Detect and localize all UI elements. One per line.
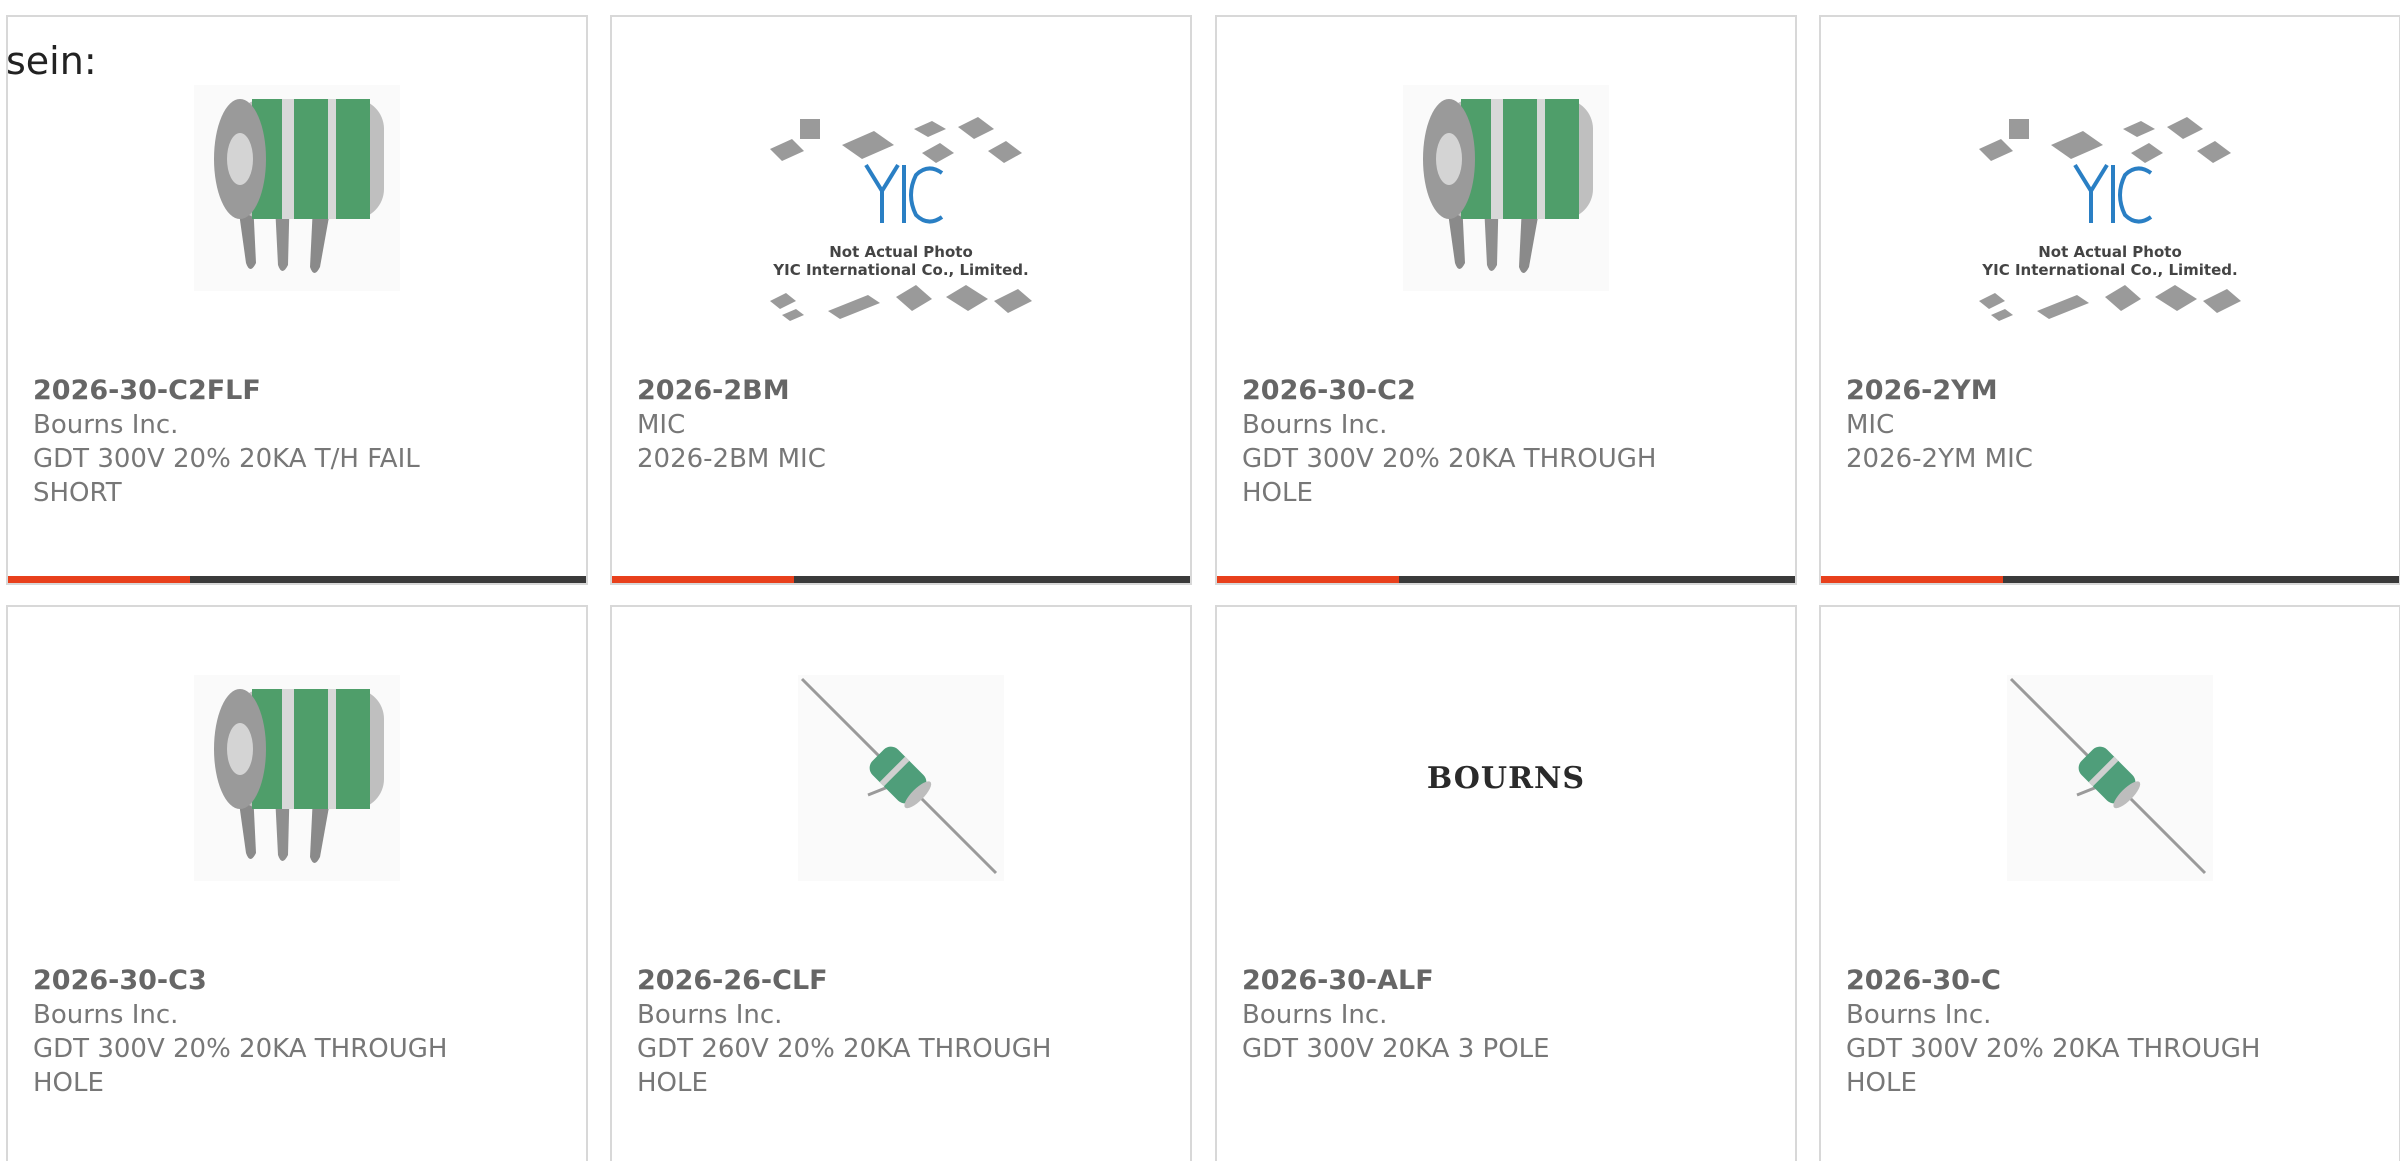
product-card[interactable]: Not Actual Photo YIC International Co., … (1819, 15, 2400, 585)
manufacturer: MIC (1846, 410, 1895, 440)
part-number[interactable]: 2026-30-C3 (33, 964, 207, 998)
product-card[interactable]: BOURNS 2026-30-ALF Bourns Inc. GDT 300V … (1215, 605, 1797, 1161)
gdt-3-pole-icon (194, 675, 400, 881)
description: GDT 300V 20KA 3 POLE (1242, 1034, 1550, 1064)
product-card[interactable]: 2026-30-C Bourns Inc. GDT 300V 20% 20KA … (1819, 605, 2400, 1161)
bourns-logo: BOURNS (1396, 675, 1616, 881)
image-caption-1: Not Actual Photo (2038, 243, 2182, 261)
part-number[interactable]: 2026-26-CLF (637, 964, 828, 998)
manufacturer: Bourns Inc. (1846, 1000, 1992, 1030)
card-progress-accent (1217, 576, 1399, 583)
gdt-axial-icon (2007, 675, 2213, 881)
product-card[interactable]: 2026-30-C2 Bourns Inc. GDT 300V 20% 20KA… (1215, 15, 1797, 585)
card-progress-bar (1821, 576, 2399, 583)
card-progress-bar (1217, 576, 1795, 583)
manufacturer: Bourns Inc. (33, 1000, 179, 1030)
description: GDT 300V 20% 20KA THROUGH HOLE (1846, 1034, 2261, 1098)
image-caption-2: YIC International Co., Limited. (1981, 261, 2237, 279)
description: GDT 300V 20% 20KA THROUGH HOLE (1242, 444, 1657, 508)
card-progress-accent (612, 576, 794, 583)
card-progress-bar (612, 576, 1190, 583)
product-card[interactable]: Not Actual Photo YIC International Co., … (610, 15, 1192, 585)
card-progress-accent (8, 576, 190, 583)
not-actual-photo-icon: Not Actual Photo YIC International Co., … (756, 101, 1046, 351)
manufacturer: Bourns Inc. (1242, 1000, 1388, 1030)
bourns-logo-text: BOURNS (1427, 761, 1585, 796)
gdt-axial-icon (798, 675, 1004, 881)
manufacturer: Bourns Inc. (1242, 410, 1388, 440)
intro-text: sein: (6, 39, 97, 83)
gdt-3-pole-icon (194, 85, 400, 291)
manufacturer: MIC (637, 410, 686, 440)
product-grid-page: sein: 2026-30-C2FLF Bourns Inc. GDT 300V… (0, 0, 2400, 1161)
manufacturer: Bourns Inc. (33, 410, 179, 440)
product-card[interactable]: 2026-30-C2FLF Bourns Inc. GDT 300V 20% 2… (6, 15, 588, 585)
card-progress-bar (8, 576, 586, 583)
part-number[interactable]: 2026-30-C (1846, 964, 2001, 998)
not-actual-photo-icon: Not Actual Photo YIC International Co., … (1965, 101, 2255, 351)
card-progress-accent (1821, 576, 2003, 583)
gdt-3-pole-icon (1403, 85, 1609, 291)
part-number[interactable]: 2026-30-C2 (1242, 374, 1416, 408)
image-caption-1: Not Actual Photo (829, 243, 973, 261)
product-card[interactable]: 2026-30-C3 Bourns Inc. GDT 300V 20% 20KA… (6, 605, 588, 1161)
product-card[interactable]: 2026-26-CLF Bourns Inc. GDT 260V 20% 20K… (610, 605, 1192, 1161)
part-number[interactable]: 2026-2YM (1846, 374, 1998, 408)
part-number[interactable]: 2026-30-C2FLF (33, 374, 261, 408)
description: 2026-2BM MIC (637, 444, 826, 474)
description: GDT 300V 20% 20KA T/H FAIL SHORT (33, 444, 420, 508)
manufacturer: Bourns Inc. (637, 1000, 783, 1030)
description: 2026-2YM MIC (1846, 444, 2033, 474)
description: GDT 260V 20% 20KA THROUGH HOLE (637, 1034, 1052, 1098)
description: GDT 300V 20% 20KA THROUGH HOLE (33, 1034, 448, 1098)
part-number[interactable]: 2026-2BM (637, 374, 790, 408)
part-number[interactable]: 2026-30-ALF (1242, 964, 1434, 998)
image-caption-2: YIC International Co., Limited. (772, 261, 1028, 279)
